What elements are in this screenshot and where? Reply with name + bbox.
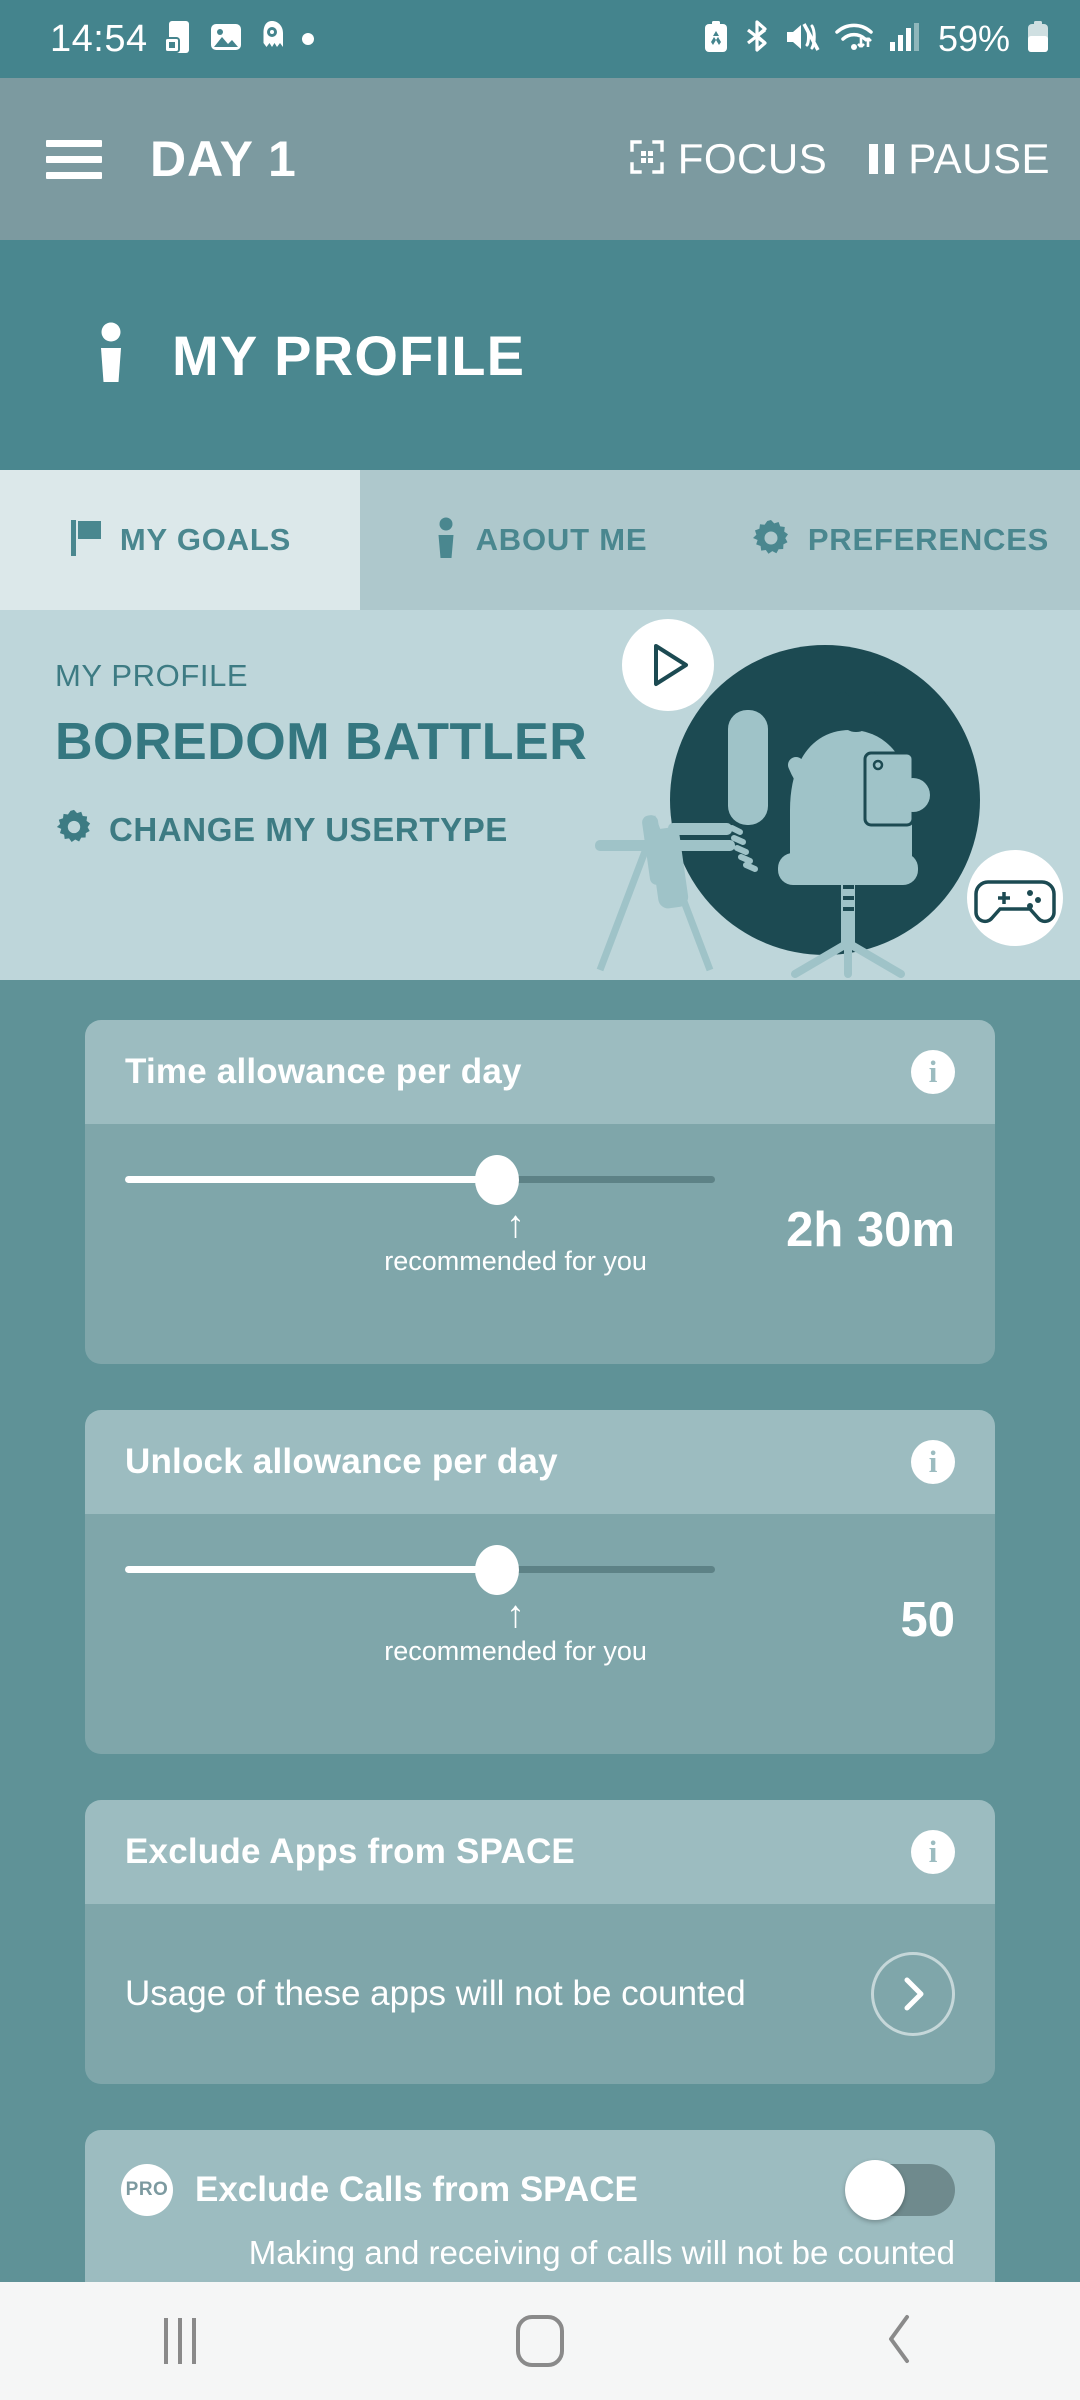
recommended-label: recommended for you	[384, 1636, 647, 1666]
dot-indicator-icon	[301, 33, 314, 45]
slider-row: ↑ recommended for you 50	[125, 1514, 955, 1666]
home-button[interactable]	[440, 2282, 640, 2400]
slider-thumb[interactable]	[474, 1154, 519, 1205]
focus-frame-icon	[630, 139, 664, 179]
slider-fill	[125, 1566, 497, 1573]
tab-preferences[interactable]: PREFERENCES	[720, 470, 1080, 610]
change-usertype-button[interactable]: CHANGE MY USERTYPE	[55, 808, 1080, 851]
profile-card: MY PROFILE BOREDOM BATTLER CHANGE MY USE…	[0, 610, 1080, 980]
unlock-allowance-value: 50	[900, 1593, 955, 1647]
card-body: Usage of these apps will not be counted	[85, 1904, 995, 2084]
gear-icon	[55, 808, 93, 851]
settings-list: Time allowance per day i ↑ recommended f…	[0, 980, 1080, 2308]
signal-icon	[888, 20, 920, 59]
info-icon[interactable]: i	[911, 1440, 955, 1484]
card-time-allowance: Time allowance per day i ↑ recommended f…	[85, 1020, 995, 1364]
info-icon[interactable]: i	[911, 1830, 955, 1874]
card-body: ↑ recommended for you 2h 30m	[85, 1124, 995, 1364]
recents-button[interactable]	[80, 2282, 280, 2400]
person-icon	[90, 322, 132, 389]
back-button[interactable]	[800, 2282, 1000, 2400]
recommended-arrow: ↑	[506, 1204, 526, 1246]
photo-icon	[210, 21, 242, 58]
battery-saver-icon	[702, 20, 730, 59]
profile-kicker: MY PROFILE	[55, 658, 249, 693]
slider-spacer	[125, 1662, 955, 1754]
card-header: Unlock allowance per day i	[85, 1410, 995, 1514]
app-bar-actions: FOCUS PAUSE	[630, 135, 1050, 183]
phone-lock-icon	[163, 20, 194, 59]
toggle-knob	[845, 2160, 905, 2220]
flag-icon	[69, 518, 103, 563]
chevron-right-icon[interactable]	[871, 1952, 955, 2036]
battery-icon	[1024, 20, 1052, 59]
wifi-icon	[834, 20, 874, 59]
exclude-calls-title: Exclude Calls from SPACE	[195, 2170, 638, 2209]
card-body: ↑ recommended for you 50	[85, 1514, 995, 1754]
pause-button[interactable]: PAUSE	[869, 135, 1050, 183]
status-bar-right: 59%	[702, 18, 1052, 60]
mute-icon	[784, 20, 820, 59]
slider-spacer	[125, 1272, 955, 1364]
android-nav-bar	[0, 2282, 1080, 2400]
recents-icon	[164, 2318, 196, 2364]
pro-badge-icon: PRO	[121, 2164, 173, 2216]
day-title: DAY 1	[150, 131, 297, 187]
pause-label: PAUSE	[908, 135, 1050, 182]
status-bar-left: 14:54	[50, 18, 314, 61]
person-icon	[433, 517, 459, 564]
focus-button[interactable]: FOCUS	[630, 135, 828, 183]
app-bar: DAY 1 FOCUS PAUSE	[0, 78, 1080, 240]
exclude-calls-header: PRO Exclude Calls from SPACE	[121, 2160, 955, 2220]
unlock-allowance-slider[interactable]: ↑ recommended for you	[125, 1544, 745, 1666]
slider-thumb[interactable]	[474, 1544, 519, 1595]
exclude-apps-description: Usage of these apps will not be counted	[125, 1974, 746, 2013]
gear-icon	[751, 518, 791, 563]
recommended-marker: ↑ recommended for you	[384, 1596, 647, 1667]
card-unlock-allowance: Unlock allowance per day i ↑ recommended…	[85, 1410, 995, 1754]
time-allowance-value: 2h 30m	[786, 1203, 955, 1257]
profile-usertype: BOREDOM BATTLER	[55, 713, 588, 771]
slider-track	[125, 1154, 715, 1205]
card-header: Exclude Apps from SPACE i	[85, 1800, 995, 1904]
card-header: Time allowance per day i	[85, 1020, 995, 1124]
tab-bar: MY GOALS ABOUT ME PREFERENCES	[0, 470, 1080, 610]
tab-label: MY GOALS	[119, 522, 292, 557]
tab-about-me[interactable]: ABOUT ME	[360, 470, 720, 610]
card-title: Unlock allowance per day	[125, 1442, 558, 1481]
time-allowance-slider[interactable]: ↑ recommended for you	[125, 1154, 745, 1276]
home-icon	[516, 2315, 564, 2367]
slider-fill	[125, 1176, 497, 1183]
exclude-calls-toggle[interactable]	[845, 2160, 955, 2220]
profile-card-text: MY PROFILE BOREDOM BATTLER CHANGE MY USE…	[0, 610, 1080, 851]
card-title: Time allowance per day	[125, 1052, 522, 1091]
info-icon[interactable]: i	[911, 1050, 955, 1094]
pause-icon	[869, 144, 895, 174]
slider-track	[125, 1544, 715, 1595]
back-icon	[885, 2313, 915, 2370]
tab-label: PREFERENCES	[807, 522, 1050, 557]
exclude-calls-description: Making and receiving of calls will not b…	[248, 2234, 955, 2271]
app-notification-icon	[258, 20, 286, 59]
page-title: MY PROFILE	[172, 323, 526, 387]
card-title: Exclude Apps from SPACE	[125, 1832, 575, 1871]
change-usertype-label: CHANGE MY USERTYPE	[109, 810, 508, 848]
slider-row: ↑ recommended for you 2h 30m	[125, 1124, 955, 1276]
recommended-arrow: ↑	[506, 1594, 526, 1636]
bluetooth-icon	[744, 19, 770, 59]
recommended-marker: ↑ recommended for you	[384, 1206, 647, 1277]
status-time: 14:54	[50, 17, 148, 60]
status-bar: 14:54 59%	[0, 0, 1080, 78]
tab-label: ABOUT ME	[475, 522, 648, 557]
profile-banner: MY PROFILE	[0, 240, 1080, 470]
card-exclude-apps[interactable]: Exclude Apps from SPACE i Usage of these…	[85, 1800, 995, 2084]
tab-my-goals[interactable]: MY GOALS	[0, 470, 360, 610]
hamburger-menu-icon[interactable]	[46, 139, 102, 179]
recommended-label: recommended for you	[384, 1246, 647, 1276]
battery-percent: 59%	[937, 18, 1010, 59]
focus-label: FOCUS	[677, 135, 828, 182]
